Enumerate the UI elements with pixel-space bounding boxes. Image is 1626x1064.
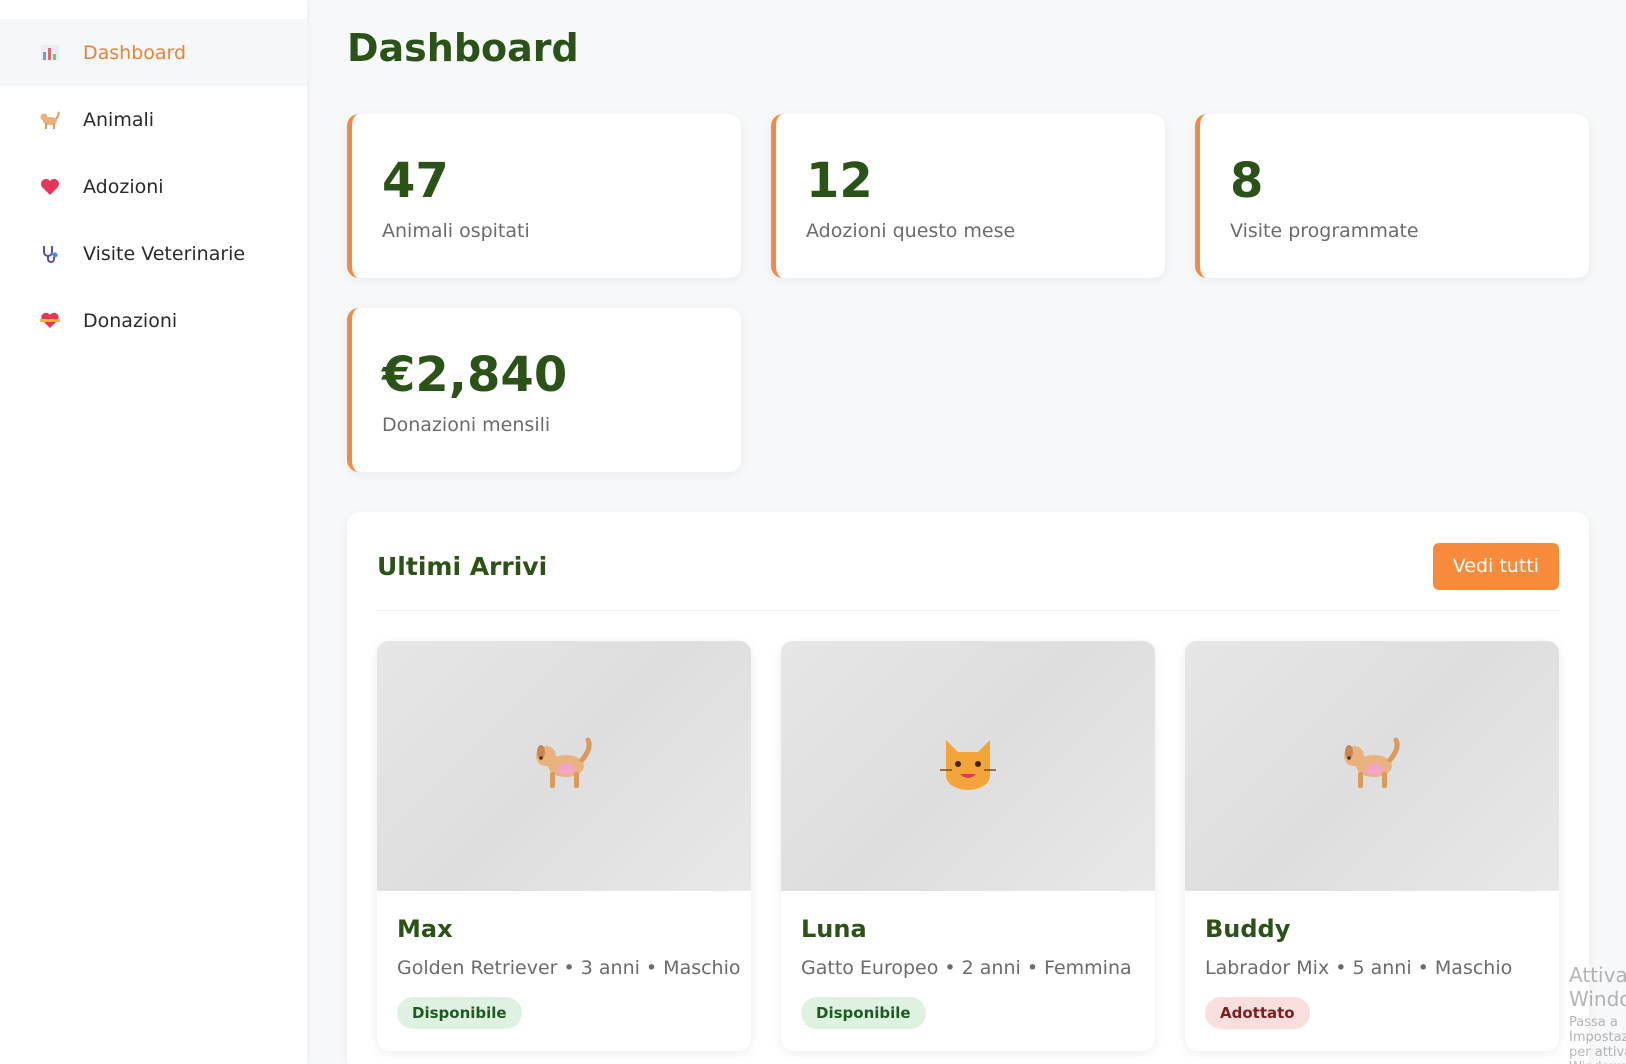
sidebar-item-label: Animali [83, 108, 155, 131]
animal-photo [377, 641, 751, 891]
animal-card-body: Max Golden Retriever • 3 anni • Maschio … [377, 891, 751, 1029]
status-badge: Adottato [1205, 997, 1310, 1029]
view-all-button[interactable]: Vedi tutti [1432, 542, 1559, 590]
stat-card-adozioni-mese: 12 Adozioni questo mese [771, 114, 1165, 278]
animal-card-max[interactable]: Max Golden Retriever • 3 anni • Maschio … [377, 641, 751, 1051]
sidebar-item-adozioni[interactable]: Adozioni [0, 153, 307, 220]
main-content: Dashboard 47 Animali ospitati 12 Adozion… [307, 0, 1626, 1064]
stat-value: 12 [806, 153, 873, 209]
sidebar-item-label: Adozioni [83, 175, 164, 198]
status-badge: Disponibile [397, 997, 522, 1029]
stat-label: Donazioni mensili [382, 414, 551, 436]
bar-chart-icon [39, 42, 61, 64]
animal-meta: Gatto Europeo • 2 anni • Femmina [801, 957, 1132, 979]
sidebar-item-label: Dashboard [83, 41, 187, 64]
animal-photo [781, 641, 1155, 891]
sidebar-item-label: Visite Veterinarie [83, 242, 246, 265]
dog-icon [532, 736, 596, 796]
heart-icon [39, 176, 61, 198]
stethoscope-icon [39, 243, 61, 265]
stat-label: Visite programmate [1230, 220, 1419, 242]
sidebar-item-animali[interactable]: Animali [0, 86, 307, 153]
app: Dashboard Animali Adozioni Visite Veteri… [0, 0, 1626, 1064]
dog-icon [1340, 736, 1404, 796]
animal-card-list: Max Golden Retriever • 3 anni • Maschio … [377, 641, 1559, 1051]
animal-meta: Labrador Mix • 5 anni • Maschio [1205, 957, 1513, 979]
stat-card-donazioni-mensili: €2,840 Donazioni mensili [347, 308, 741, 472]
animal-name: Luna [801, 915, 867, 943]
sidebar-item-dashboard[interactable]: Dashboard [0, 19, 307, 86]
panel-header: Ultimi Arrivi Vedi tutti [377, 542, 1559, 590]
divider [377, 610, 1559, 611]
status-badge: Disponibile [801, 997, 926, 1029]
animal-meta: Golden Retriever • 3 anni • Maschio [397, 957, 741, 979]
stat-card-animali-ospitati: 47 Animali ospitati [347, 114, 741, 278]
stat-value: 8 [1230, 153, 1264, 209]
stats-grid: 47 Animali ospitati 12 Adozioni questo m… [347, 114, 1626, 472]
stat-label: Adozioni questo mese [806, 220, 1016, 242]
animal-card-body: Luna Gatto Europeo • 2 anni • Femmina Di… [781, 891, 1155, 1029]
panel-title: Ultimi Arrivi [377, 551, 548, 581]
animal-photo [1185, 641, 1559, 891]
page-title: Dashboard [347, 26, 579, 70]
sidebar-item-visite-veterinarie[interactable]: Visite Veterinarie [0, 220, 307, 287]
stat-value: 47 [382, 153, 449, 209]
stat-label: Animali ospitati [382, 220, 530, 242]
animal-card-buddy[interactable]: Buddy Labrador Mix • 5 anni • Maschio Ad… [1185, 641, 1559, 1051]
sidebar-item-donazioni[interactable]: Donazioni [0, 287, 307, 354]
animal-card-body: Buddy Labrador Mix • 5 anni • Maschio Ad… [1185, 891, 1559, 1029]
sidebar-item-label: Donazioni [83, 309, 178, 332]
sidebar: Dashboard Animali Adozioni Visite Veteri… [0, 0, 307, 1064]
stat-value: €2,840 [382, 347, 568, 403]
dog-icon [39, 109, 61, 131]
animal-name: Max [397, 915, 453, 943]
stat-card-visite-programmate: 8 Visite programmate [1195, 114, 1589, 278]
cat-face-icon [938, 736, 998, 796]
animal-card-luna[interactable]: Luna Gatto Europeo • 2 anni • Femmina Di… [781, 641, 1155, 1051]
animal-name: Buddy [1205, 915, 1291, 943]
heart-ribbon-icon [39, 310, 61, 332]
recent-arrivals-panel: Ultimi Arrivi Vedi tutti Max Golden Retr… [347, 512, 1589, 1064]
